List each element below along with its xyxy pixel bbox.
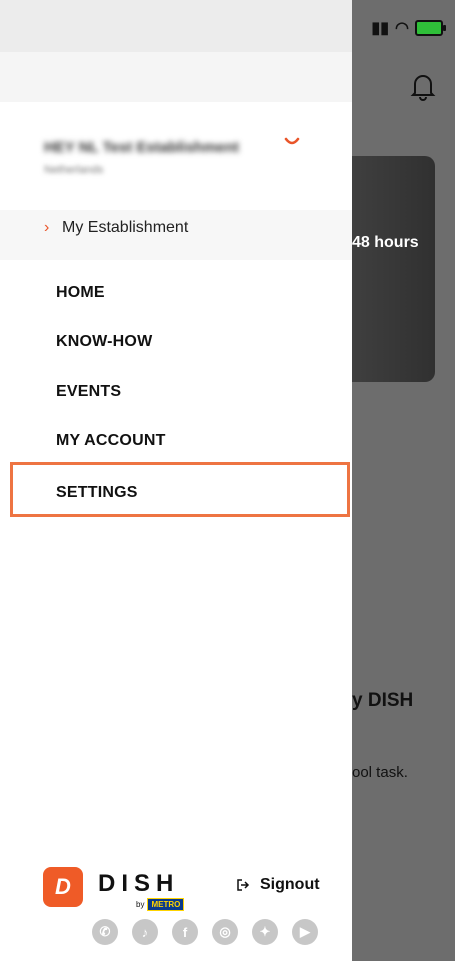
drawer-header-band: [0, 52, 352, 102]
dish-logo-letter: D: [55, 874, 71, 899]
drawer-top-bar: [0, 0, 352, 52]
notification-bell-icon[interactable]: [410, 72, 436, 102]
chevron-down-icon[interactable]: [284, 136, 300, 148]
signout-label: Signout: [260, 876, 320, 893]
my-establishment-label: My Establishment: [62, 219, 189, 236]
tiktok-icon[interactable]: ♪: [132, 919, 158, 945]
social-links: ✆ ♪ f ◎ ✦ ▶: [92, 919, 318, 945]
background-card-image: [352, 156, 435, 382]
brand-name: DISH: [98, 870, 180, 897]
instagram-icon[interactable]: ◎: [212, 919, 238, 945]
side-drawer: HEY NL Test Establishment Netherlands › …: [0, 0, 352, 961]
metro-badge: METRO: [147, 898, 185, 911]
status-bar: ▮▮ ◠: [352, 0, 455, 52]
dish-logo: D: [43, 867, 83, 907]
establishment-name: HEY NL Test Establishment: [44, 139, 240, 156]
menu-item-label: KNOW-HOW: [56, 333, 153, 350]
background-card-text: 48 hours: [352, 234, 419, 251]
menu-item-events[interactable]: EVENTS: [0, 369, 352, 415]
wifi-icon: ◠: [395, 20, 409, 37]
menu-item-label: EVENTS: [56, 383, 122, 400]
signout-icon: [237, 879, 250, 891]
whatsapp-icon[interactable]: ✆: [92, 919, 118, 945]
background-heading: y DISH: [352, 690, 414, 711]
menu-item-my-account[interactable]: MY ACCOUNT: [0, 418, 352, 464]
by-metro: by METRO: [136, 898, 185, 911]
youtube-icon[interactable]: ▶: [292, 919, 318, 945]
menu-item-know-how[interactable]: KNOW-HOW: [0, 319, 352, 365]
signout-button[interactable]: Signout: [236, 876, 320, 894]
establishment-country: Netherlands: [44, 164, 104, 176]
menu-item-label: MY ACCOUNT: [56, 432, 166, 449]
twitter-icon[interactable]: ✦: [252, 919, 278, 945]
background-subtext: ool task.: [352, 764, 408, 781]
facebook-icon[interactable]: f: [172, 919, 198, 945]
battery-icon: [415, 20, 446, 36]
signal-icon: ▮▮: [371, 20, 390, 37]
chevron-right-icon: ›: [44, 219, 50, 236]
by-text: by: [136, 900, 145, 909]
status-icons: ▮▮ ◠: [371, 18, 446, 38]
menu-item-label: HOME: [56, 284, 105, 301]
menu-item-home[interactable]: HOME: [0, 270, 352, 316]
settings-highlight-box: [10, 462, 350, 517]
